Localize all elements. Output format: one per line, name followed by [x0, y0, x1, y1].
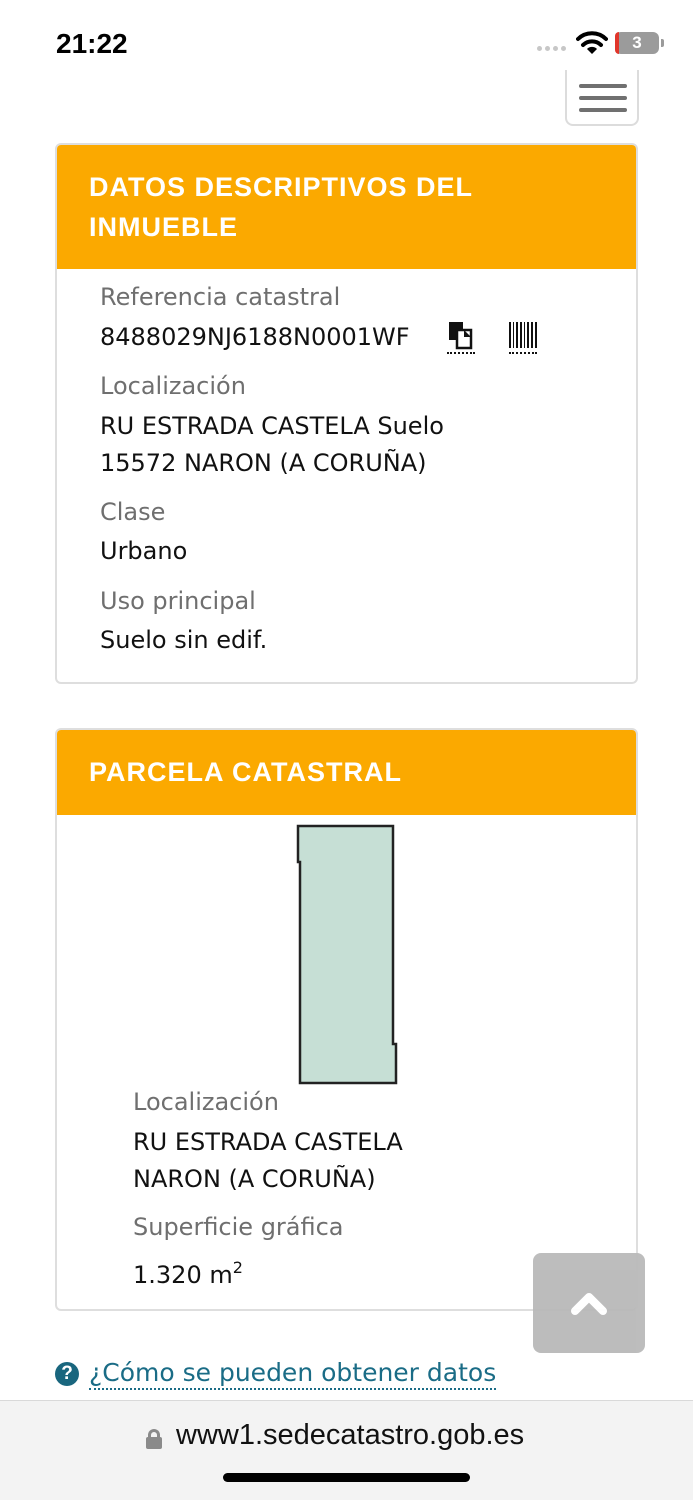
location-line2: 15572 NARON (A CORUÑA)	[100, 449, 427, 477]
class-value: Urbano	[100, 537, 188, 565]
parcel-location-line1: RU ESTRADA CASTELA	[133, 1128, 403, 1156]
panel-header: PARCELA CATASTRAL	[57, 730, 636, 815]
menu-button[interactable]	[565, 70, 639, 126]
location-line1: RU ESTRADA CASTELA Suelo	[100, 412, 444, 440]
browser-url-bar[interactable]: www1.sedecatastro.gob.es	[0, 1400, 693, 1500]
surface-label: Superficie gráfica	[133, 1213, 344, 1241]
url-text[interactable]: www1.sedecatastro.gob.es	[176, 1419, 524, 1452]
class-label: Clase	[100, 498, 166, 526]
parcel-location-label: Localización	[133, 1088, 279, 1116]
help-link-row[interactable]: ? ¿Cómo se pueden obtener datos	[55, 1358, 497, 1390]
chevron-up-icon	[571, 1293, 607, 1315]
scroll-to-top-button[interactable]	[533, 1253, 645, 1353]
copy-icon[interactable]	[447, 320, 475, 354]
location-label: Localización	[100, 372, 246, 400]
parcel-location-line2: NARON (A CORUÑA)	[133, 1165, 376, 1193]
ref-actions	[447, 320, 537, 354]
panel-title-line1: DATOS DESCRIPTIVOS DEL	[89, 172, 474, 202]
surface-value: 1.320 m2	[133, 1249, 243, 1294]
help-icon: ?	[55, 1362, 79, 1386]
cellular-signal-icon	[537, 46, 569, 52]
lock-icon	[146, 1429, 162, 1449]
main-use-label: Uso principal	[100, 587, 256, 615]
parcel-shape-map[interactable]	[294, 822, 398, 1086]
panel-title: PARCELA CATASTRAL	[89, 757, 402, 787]
surface-number: 1.320 m	[133, 1261, 233, 1289]
main-use-value: Suelo sin edif.	[100, 626, 268, 654]
surface-unit-exponent: 2	[232, 1258, 243, 1277]
menu-icon	[579, 84, 627, 88]
panel-header: DATOS DESCRIPTIVOS DEL INMUEBLE	[57, 145, 636, 269]
ref-value[interactable]: 8488029NJ6188N0001WF	[100, 318, 410, 356]
ref-label: Referencia catastral	[100, 283, 341, 311]
wifi-icon	[576, 31, 608, 54]
status-time: 21:22	[56, 28, 128, 59]
battery-level: 3	[632, 33, 642, 52]
home-indicator[interactable]	[223, 1473, 470, 1482]
barcode-icon[interactable]	[509, 320, 537, 354]
battery-icon: 3	[615, 32, 664, 54]
panel-title-line2: INMUEBLE	[89, 212, 238, 242]
help-link[interactable]: ¿Cómo se pueden obtener datos	[89, 1358, 497, 1390]
